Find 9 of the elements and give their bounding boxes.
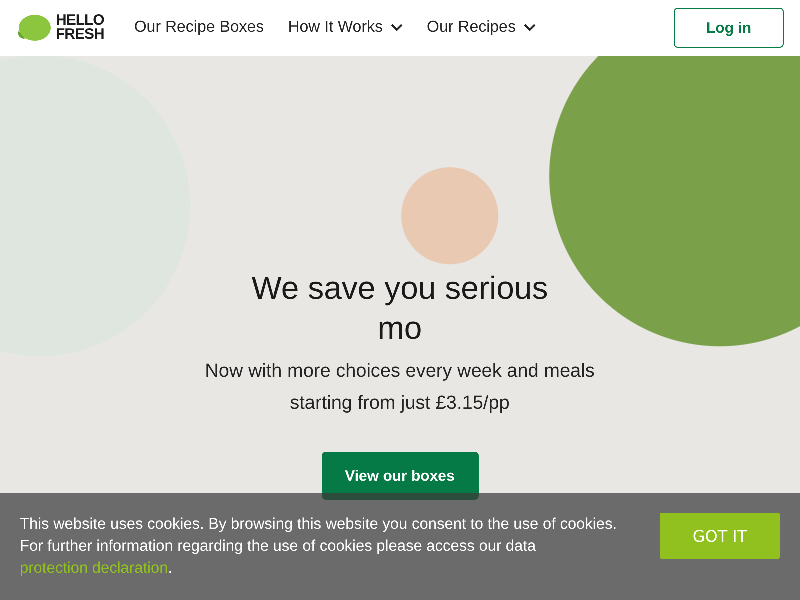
hero-subtitle: Now with more choices every week and meals starting from just £3.15/pp <box>204 360 596 416</box>
nav-link[interactable]: Our Recipes <box>427 19 536 37</box>
lime-logo-icon <box>16 13 52 43</box>
logo-text: HELLO FRESH <box>56 14 104 42</box>
nav-link[interactable]: How It Works <box>288 19 404 37</box>
hero-heading: We save you serious mo <box>250 269 550 348</box>
cookie-notice: This website uses cookies. By browsing this website you consent to the use of cookies. For further information regarding the use of cookies please access our data protection declaration. <box>20 514 618 578</box>
nav-link[interactable]: Our Recipe Boxes <box>134 19 264 37</box>
login-button[interactable]: Log in <box>674 8 784 48</box>
